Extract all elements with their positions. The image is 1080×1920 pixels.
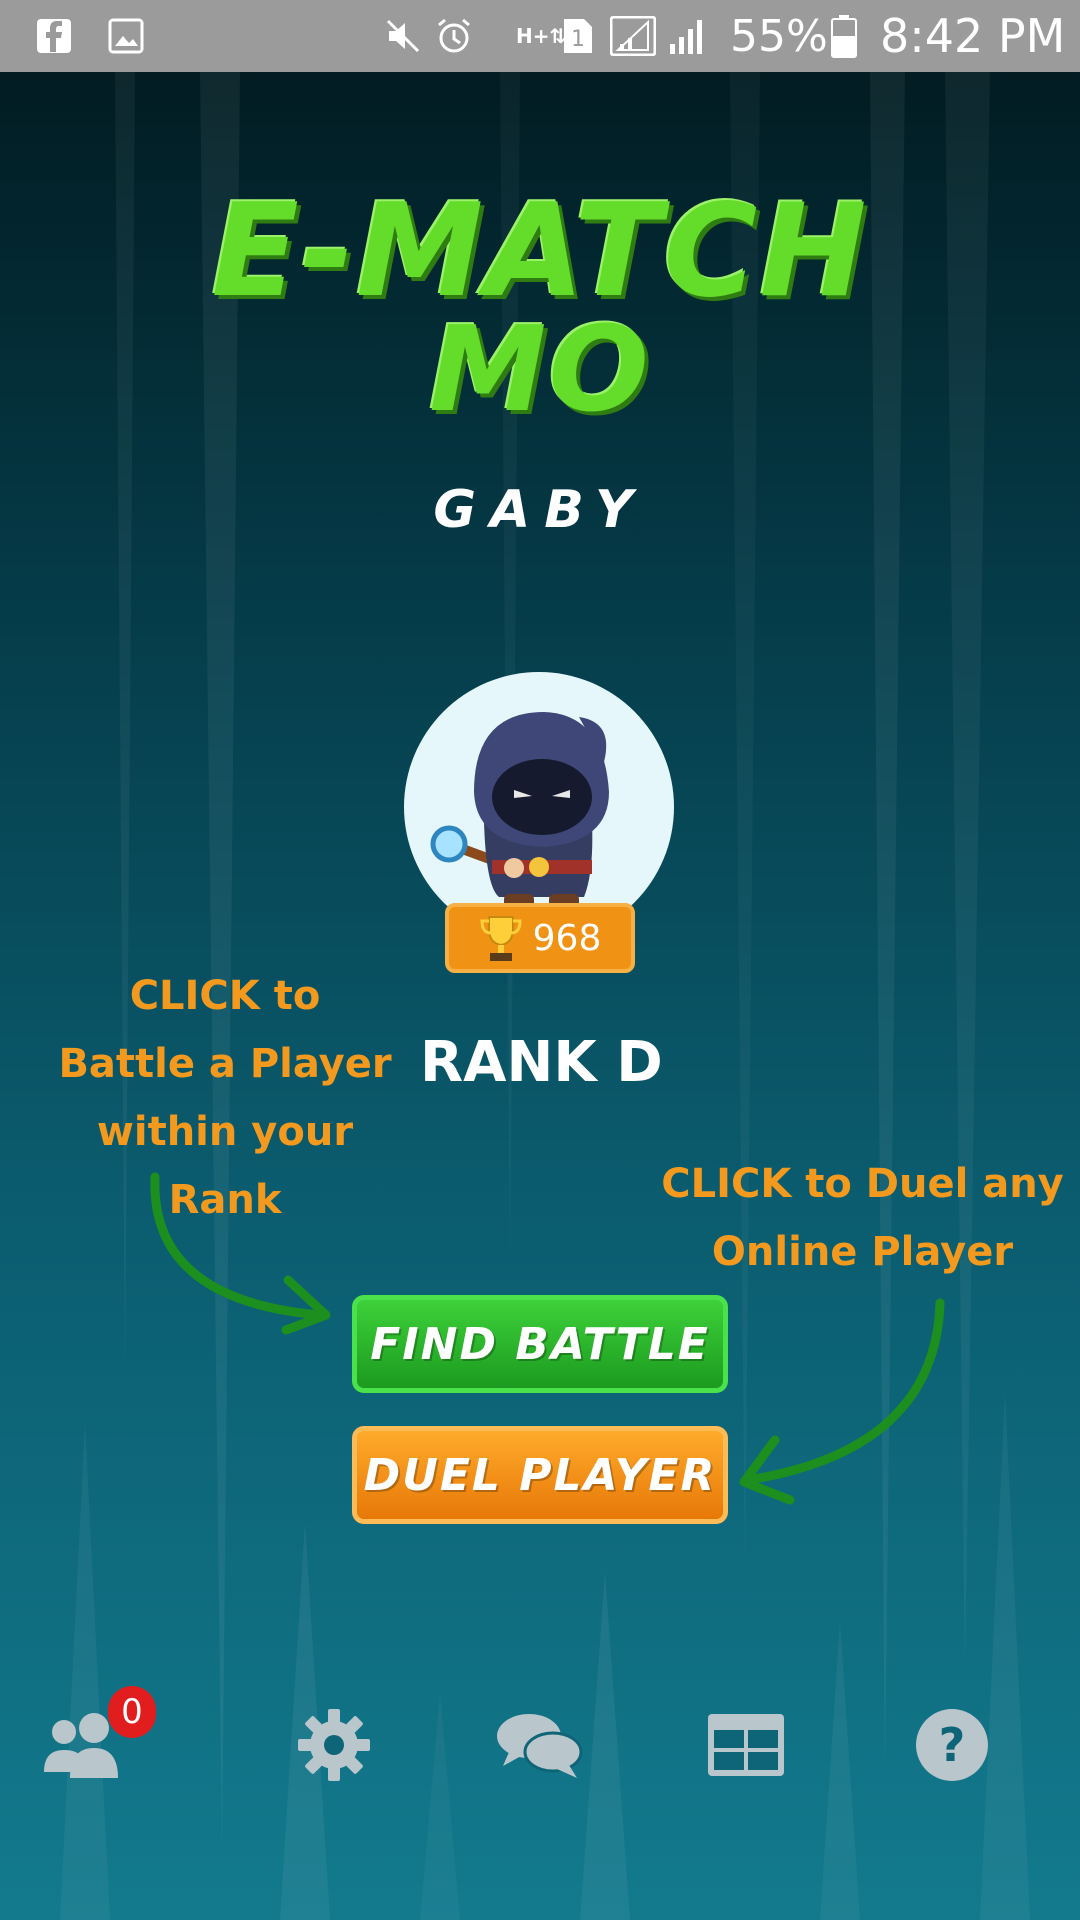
friends-notification-badge: 0 — [108, 1686, 156, 1738]
help-button[interactable]: ? — [902, 1700, 1002, 1790]
find-battle-button[interactable]: FIND BATTLE — [352, 1295, 728, 1393]
arrow-to-find-battle-head — [281, 1275, 331, 1335]
settings-icon — [298, 1709, 370, 1781]
svg-text:?: ? — [939, 1718, 966, 1772]
chat-icon — [497, 1714, 583, 1778]
chat-button[interactable] — [490, 1700, 590, 1790]
bottom-nav: ? — [0, 1700, 1080, 1790]
arrow-to-find-battle — [150, 1172, 325, 1320]
arrow-to-duel-player — [743, 1298, 945, 1485]
hint-arrows — [150, 1172, 945, 1505]
settings-button[interactable] — [284, 1700, 384, 1790]
duel-player-button[interactable]: DUEL PLAYER — [352, 1426, 728, 1524]
help-icon: ? — [916, 1709, 988, 1781]
leaderboard-icon — [708, 1714, 784, 1776]
leaderboard-button[interactable] — [696, 1700, 796, 1790]
